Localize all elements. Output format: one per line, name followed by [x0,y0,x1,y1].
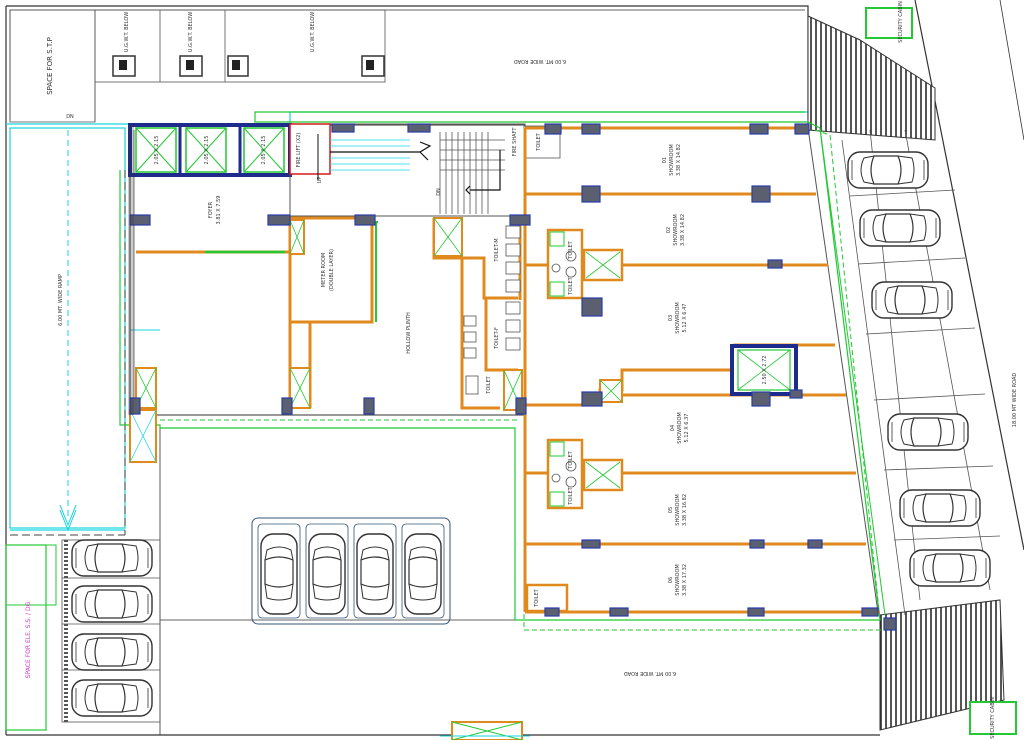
meter-room-label: METER ROOM [321,253,327,287]
lift-small-dim: 2.50 X 2.72 [762,356,768,385]
foyer-label: FOYER [208,201,214,218]
showroom-1-dim: 3.38 X 14.82 [676,144,682,176]
showroom-6-name: SHOWROOM [675,564,681,595]
showroom-4-name: SHOWROOM [677,412,683,443]
security-cabin-top: SECURITY CABIN [865,1,913,43]
showroom-1-name: SHOWROOM [669,144,675,175]
svg-text:SECURITY CABIN: SECURITY CABIN [990,697,996,739]
showroom-3-name: SHOWROOM [675,302,681,333]
ug-tank-label-1: U.G.W.T. BELOW [124,12,130,52]
ug-tank-label-3: U.G.W.T. BELOW [310,12,316,52]
showroom-4-num: 04 [670,425,676,431]
site-plan: SPACE FOR S.T.P U.G.W.T. BELOW U.G.W.T. … [5,0,1024,740]
meter-room-sub: (DOUBLE LAYER) [329,249,335,291]
left-parking [61,539,161,723]
car-c3 [356,533,394,615]
showroom-3-num: 03 [668,315,674,321]
car-l2 [71,585,153,623]
toilet-sr-1: TOILET [568,240,574,259]
showroom-5-num: 05 [668,507,674,513]
car-c2 [308,533,346,615]
ramp-label: 6.00 MT. WIDE RAMP [58,274,64,326]
showroom-4-dim: 5.12 X 6.37 [684,414,690,443]
toilet-sr-4: TOILET [568,486,574,505]
foyer-dim: 3.81 X 7.59 [216,196,222,225]
left-building: 2.05 X 2.15 2.05 X 2.15 2.05 X 2.15 FOYE… [128,123,526,463]
road-right-label: 18.00 MT WIDE ROAD [1012,373,1018,428]
road-bottom-label: 6.00 MT. WIDE ROAD [624,670,676,676]
showroom-2-num: 02 [666,227,672,233]
ele-label: SPACE FOR ELE. S.S. / DG [25,601,32,678]
stp-label: SPACE FOR S.T.P [46,37,54,95]
security-cabin-bottom: SECURITY CABIN [969,697,1017,739]
ramp-dn-label: DN [66,114,74,120]
showroom-5-name: SHOWROOM [675,494,681,525]
toilet-top-label: TOILET [536,132,542,151]
lift-3-dim: 2.05 X 2.15 [261,136,267,165]
showroom-1-num: 01 [662,157,668,163]
car-r1 [847,151,929,189]
car-l1 [71,539,153,577]
ug-tank-label-2: U.G.W.T. BELOW [188,12,194,52]
car-l3 [71,633,153,671]
toilet-sr-5: TOILET [534,588,540,607]
lift-1-dim: 2.05 X 2.15 [154,136,160,165]
hollow-plinth-label: HOLLOW PLINTH [406,312,412,354]
car-r4 [887,413,969,451]
center-parking [251,517,451,625]
stair-up-label: UP [317,177,323,184]
toilet-m-label: TOILET-M [494,238,500,262]
lift-2-dim: 2.05 X 2.15 [204,136,210,165]
car-c4 [404,533,442,615]
car-r6 [909,549,991,587]
toilet-f-label: TOILET-F [494,327,500,350]
showroom-6-dim: 3.38 X 17.32 [682,564,688,596]
fire-shaft-label: FIRE SHAFT [512,127,518,157]
ele-area: SPACE FOR ELE. S.S. / DG [5,544,57,731]
showroom-wing: TOILET TOILET TOILET TOILET TOILET 2.50 … [523,126,880,614]
showroom-5-dim: 3.38 X 16.82 [682,494,688,526]
showroom-2-name: SHOWROOM [673,214,679,245]
showroom-6-num: 06 [668,577,674,583]
svg-text:SECURITY CABIN: SECURITY CABIN [898,1,904,43]
stair-dn-label: DN [436,188,442,196]
stp-area: SPACE FOR S.T.P U.G.W.T. BELOW U.G.W.T. … [9,9,566,123]
car-c1 [260,533,298,615]
showroom-2-dim: 3.38 X 14.82 [680,214,686,246]
showroom-3-dim: 5.12 X 6.47 [682,304,688,333]
road-top-label: 6.00 MT. WIDE ROAD [514,58,566,64]
fire-lift-label: FIRE LIFT (X2) [296,133,302,168]
car-r5 [899,489,981,527]
stair-core: FIRE LIFT (X2) UP DN FIRE SHAFT TOILET [289,123,561,217]
car-l4 [71,679,153,717]
bottom-entrance [440,721,530,740]
toilet-sr-2: TOILET [568,276,574,295]
right-road: 18.00 MT WIDE ROAD [814,127,1018,621]
toilet-sr-3: TOILET [568,450,574,469]
car-r2 [859,209,941,247]
car-r3 [871,281,953,319]
toilet-label-left: TOILET [486,375,492,394]
